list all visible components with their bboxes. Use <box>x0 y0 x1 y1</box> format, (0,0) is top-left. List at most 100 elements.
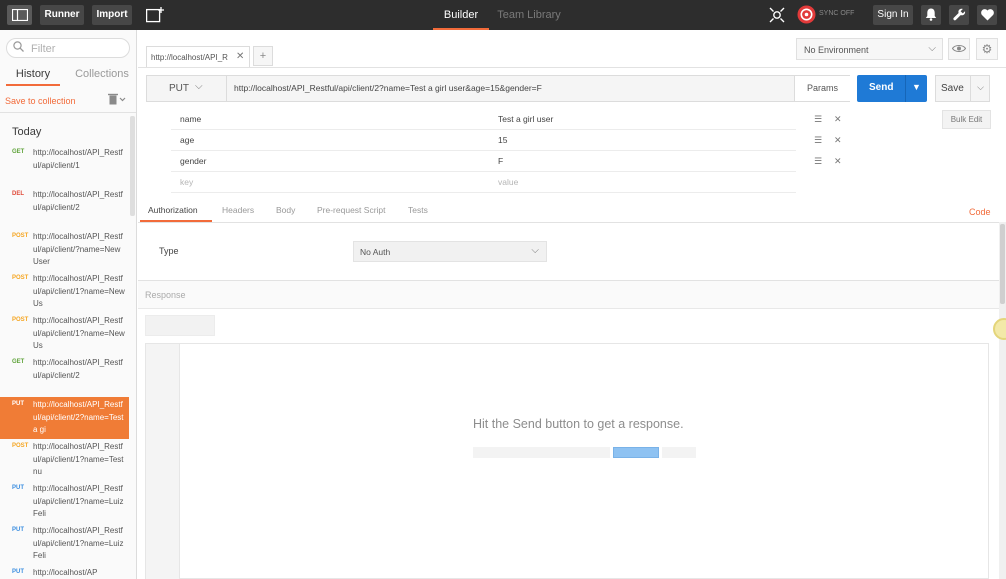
top-bar: Runner Import Builder Team Library SYNC … <box>0 0 1006 30</box>
history-url: http://localhost/API_Restful/api/client/… <box>33 232 123 266</box>
response-body: Hit the Send button to get a response. <box>145 343 989 579</box>
history-item[interactable]: PUT http://localhost/AP <box>0 565 129 579</box>
history-item[interactable]: PUT http://localhost/API_Restful/api/clie… <box>0 523 129 565</box>
close-icon[interactable]: ✕ <box>236 51 244 62</box>
remove-param-icon[interactable]: ✕ <box>834 135 842 146</box>
history-item[interactable]: PUT http://localhost/API_Restful/api/clie… <box>0 481 129 523</box>
sidebar-divider <box>0 112 136 113</box>
param-row: gender F <box>171 151 796 172</box>
sync-status[interactable] <box>796 5 816 25</box>
save-dropdown-button[interactable]: ⌵ <box>970 76 990 101</box>
param-value[interactable]: Test a girl user <box>498 114 553 124</box>
send-button[interactable]: Send ▼ <box>857 75 927 102</box>
method-select[interactable]: PUT ⌵ <box>147 76 227 101</box>
request-tab[interactable]: http://localhost/API_R ✕ <box>146 46 250 68</box>
method-badge: DEL <box>12 191 24 197</box>
history-item[interactable]: DEL http://localhost/API_Restful/api/clie… <box>0 187 129 229</box>
tab-authorization[interactable]: Authorization <box>148 205 198 215</box>
tab-pre-request-script[interactable]: Pre-request Script <box>317 205 386 215</box>
history-url: http://localhost/API_Restful/api/client/… <box>33 190 123 212</box>
main-scrollbar[interactable] <box>999 222 1006 579</box>
param-value[interactable]: 15 <box>498 135 507 145</box>
environment-quick-look-button[interactable] <box>948 38 970 60</box>
send-label: Send <box>869 82 894 93</box>
eye-icon <box>951 44 967 53</box>
param-key-placeholder[interactable]: key <box>180 177 193 187</box>
notifications-button[interactable] <box>921 5 941 25</box>
history-item-selected[interactable]: PUT http://localhost/API_Restful/api/clie… <box>0 397 129 439</box>
chevron-down-icon: ⌵ <box>531 245 539 256</box>
save-label: Save <box>941 83 964 94</box>
drag-handle-icon[interactable]: ☰ <box>814 114 822 125</box>
plus-icon: + <box>259 50 267 62</box>
tab-strip-divider <box>138 67 1006 68</box>
new-tab-button[interactable] <box>144 5 166 25</box>
chevron-down-icon: ⌵ <box>195 81 203 92</box>
filter-input[interactable]: Filter <box>6 38 130 58</box>
history-item[interactable]: POST http://localhost/API_Restful/api/cli… <box>0 271 129 313</box>
delete-history-button[interactable] <box>108 93 126 108</box>
url-input[interactable]: http://localhost/API_Restful/api/client/… <box>234 83 542 93</box>
sidebar-toggle-icon <box>11 8 28 22</box>
auth-type-select[interactable]: No Auth ⌵ <box>353 241 547 262</box>
drag-handle-icon[interactable]: ☰ <box>814 156 822 167</box>
sidebar-scrollbar[interactable] <box>130 116 135 216</box>
tab-history[interactable]: History <box>6 64 60 86</box>
settings-button[interactable] <box>949 5 969 25</box>
history-item[interactable]: POST http://localhost/API_Restful/api/cli… <box>0 229 129 271</box>
manage-environments-button[interactable]: ⚙ <box>976 38 998 60</box>
line-number-gutter <box>146 344 180 579</box>
auth-type-label: Type <box>159 246 179 256</box>
method-badge: POST <box>12 275 29 281</box>
interceptor-button[interactable] <box>766 5 788 25</box>
sidebar: Filter History Collections Save to colle… <box>0 30 137 579</box>
response-hint: Hit the Send button to get a response. <box>473 417 684 431</box>
history-item[interactable]: GET http://localhost/API_Restful/api/clie… <box>0 145 129 187</box>
sidebar-toggle-button[interactable] <box>7 5 32 25</box>
tab-builder[interactable]: Builder <box>433 0 489 30</box>
tab-collections[interactable]: Collections <box>70 64 134 86</box>
method-badge: POST <box>12 233 29 239</box>
param-value-placeholder[interactable]: value <box>498 177 518 187</box>
method-badge: POST <box>12 443 29 449</box>
send-dropdown-button[interactable]: ▼ <box>905 75 927 102</box>
save-button[interactable]: Save ⌵ <box>935 75 990 102</box>
history-item[interactable]: GET http://localhost/API_Restful/api/clie… <box>0 355 129 397</box>
sign-in-button[interactable]: Sign In <box>873 5 913 25</box>
environment-select[interactable]: No Environment ⌵ <box>796 38 943 60</box>
filter-placeholder: Filter <box>31 43 56 55</box>
history-item[interactable]: POST http://localhost/API_Restful/api/cli… <box>0 313 129 355</box>
scrollbar-thumb[interactable] <box>1000 224 1005 304</box>
param-value[interactable]: F <box>498 156 503 166</box>
remove-param-icon[interactable]: ✕ <box>834 114 842 125</box>
tab-tests[interactable]: Tests <box>408 205 428 215</box>
generate-code-link[interactable]: Code <box>969 207 991 217</box>
import-button[interactable]: Import <box>92 5 132 25</box>
tab-team-library[interactable]: Team Library <box>495 0 563 30</box>
chevron-down-icon: ▼ <box>912 82 921 92</box>
history-item[interactable]: POST http://localhost/API_Restful/api/cli… <box>0 439 129 481</box>
bulk-edit-button[interactable]: Bulk Edit <box>942 110 991 129</box>
param-key[interactable]: gender <box>180 156 206 166</box>
history-url: http://localhost/API_Restful/api/client/… <box>33 526 124 560</box>
remove-param-icon[interactable]: ✕ <box>834 156 842 167</box>
response-header: Response <box>138 281 1006 309</box>
param-row: name Test a girl user <box>171 109 796 130</box>
subtab-divider <box>138 222 1006 223</box>
drag-handle-icon[interactable]: ☰ <box>814 135 822 146</box>
placeholder-bar-highlight <box>613 447 659 458</box>
tab-body[interactable]: Body <box>276 205 295 215</box>
tab-headers[interactable]: Headers <box>222 205 254 215</box>
params-button[interactable]: Params <box>794 76 850 101</box>
request-tab-label: http://localhost/API_R <box>151 53 228 62</box>
history-url: http://localhost/API_Restful/api/client/… <box>33 274 125 308</box>
save-to-collection-link[interactable]: Save to collection <box>5 96 76 106</box>
support-button[interactable] <box>977 5 997 25</box>
add-tab-button[interactable]: + <box>253 46 273 66</box>
placeholder-bar <box>662 447 696 458</box>
new-tab-icon <box>145 7 164 23</box>
request-url-bar: PUT ⌵ http://localhost/API_Restful/api/c… <box>146 75 850 102</box>
param-key[interactable]: age <box>180 135 194 145</box>
param-key[interactable]: name <box>180 114 201 124</box>
runner-button[interactable]: Runner <box>40 5 84 25</box>
